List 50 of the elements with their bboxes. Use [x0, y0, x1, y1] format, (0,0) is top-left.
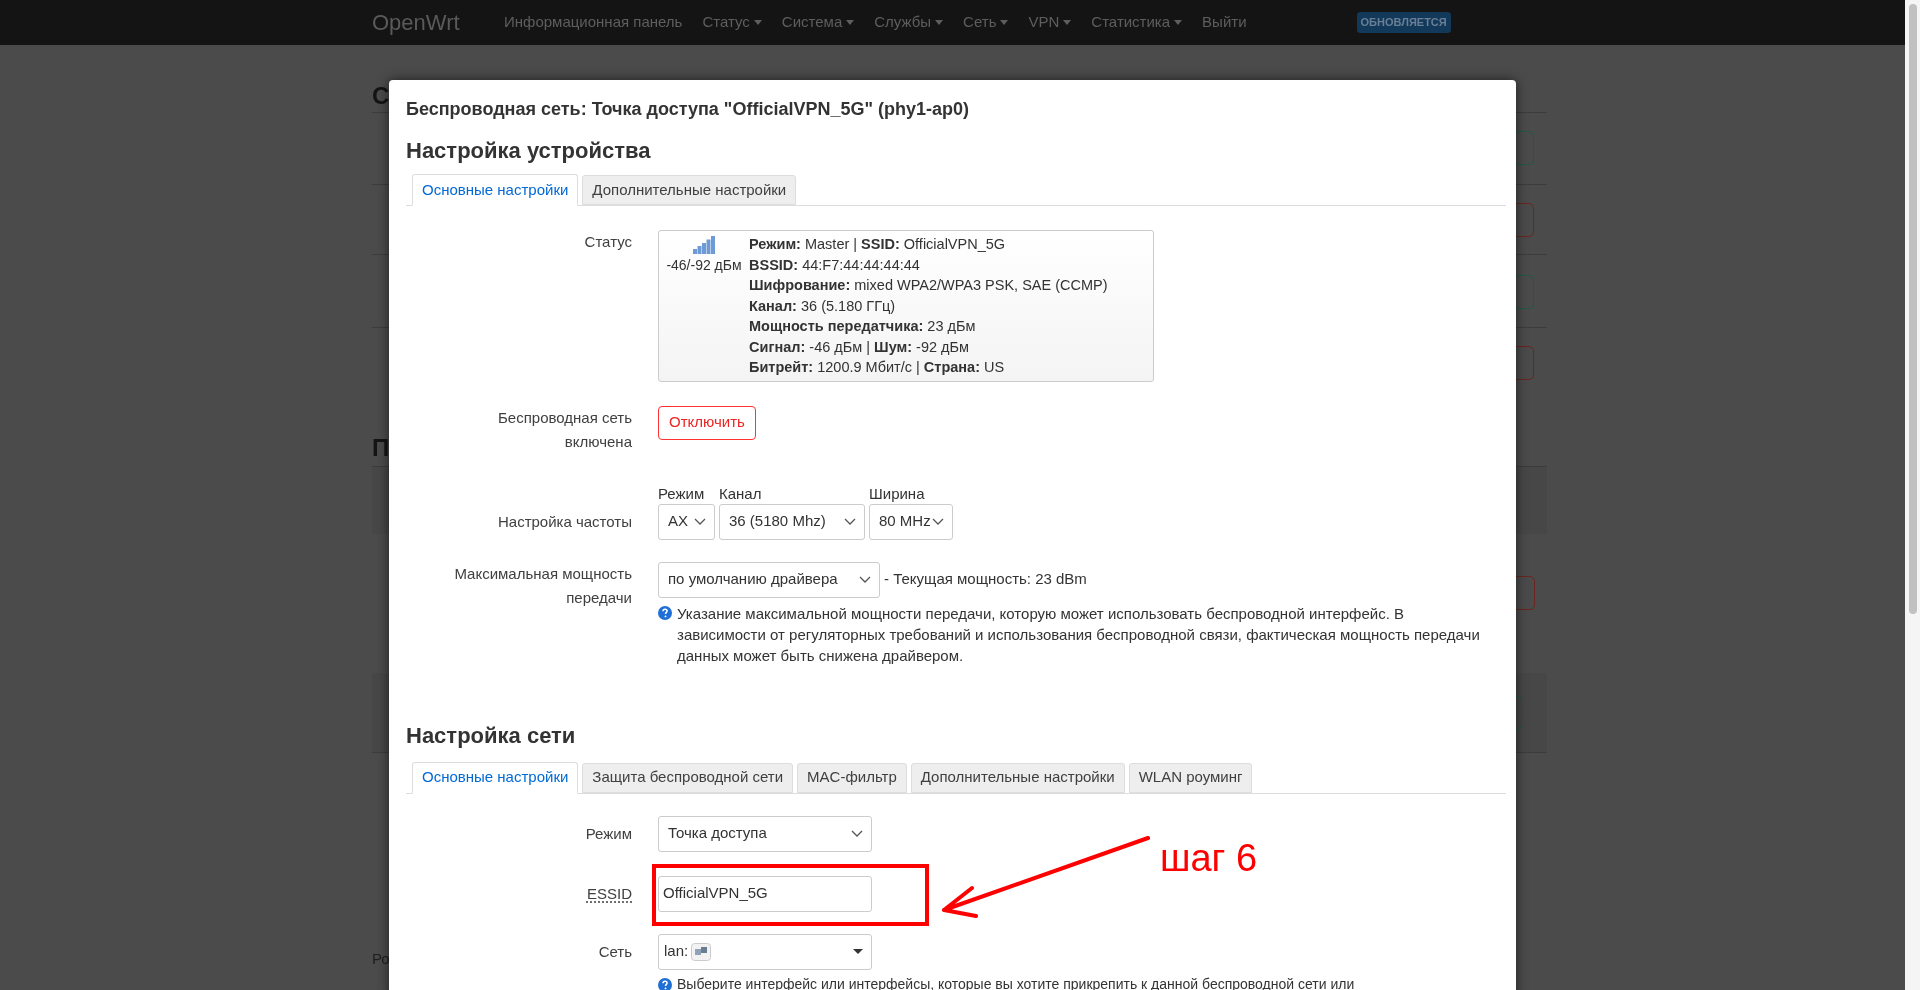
field-label: ESSID [587, 883, 632, 904]
chevron-down-icon [932, 518, 944, 525]
field-label: Беспроводная сеть включена [497, 407, 632, 452]
chevron-down-icon [844, 518, 856, 525]
tab[interactable]: Основные настройки [412, 174, 579, 206]
status-line: Сигнал: -46 дБм | Шум: -92 дБм [749, 337, 971, 357]
tab[interactable]: Защита беспроводной сети [582, 762, 794, 793]
status-line: Битрейт: 1200.9 Мбит/с | Страна: US [749, 358, 1006, 377]
status-line: BSSID: 44:F7:44:44:44:44 [749, 255, 921, 275]
field-caption: Канал [719, 483, 763, 504]
dropdown-select[interactable]: AX [658, 503, 715, 540]
tab[interactable]: Дополнительные настройки [582, 175, 797, 205]
section-heading: Настройка устройства [406, 137, 652, 165]
disable-button[interactable]: Отключить [658, 405, 756, 440]
status-badge: ОБНОВЛЯЕТСЯ [1356, 12, 1451, 33]
tab[interactable]: Основные настройки [412, 761, 579, 794]
tab[interactable]: MAC-фильтр [797, 762, 907, 793]
field-label: Максимальная мощность передачи [453, 563, 632, 608]
network-ports-icon [691, 942, 712, 961]
field-label: Сеть [597, 941, 632, 962]
dropdown-select[interactable]: 80 MHz [869, 503, 953, 540]
scrollbar-thumb[interactable] [1909, 4, 1917, 614]
caret-icon [853, 949, 863, 954]
dropdown-select[interactable]: Точка доступа [658, 815, 872, 852]
chevron-down-icon [851, 830, 863, 837]
chevron-down-icon [859, 576, 871, 583]
modal-title: Беспроводная сеть: Точка доступа "OfficialVPN_5G" (phy1-ap0) [406, 98, 970, 120]
dropdown-select[interactable]: 36 (5180 Mhz) [719, 503, 865, 540]
signal-reading: -46/-92 дБм [666, 256, 742, 275]
annotation-label: шаг 6 [1160, 836, 1258, 881]
field-caption: Режим [658, 483, 706, 504]
chevron-down-icon [694, 518, 706, 525]
tab[interactable]: WLAN роуминг [1128, 762, 1253, 793]
dropdown-select[interactable]: по умолчанию драйвера [658, 561, 880, 598]
status-line: Шифрование: mixed WPA2/WPA3 PSK, SAE (CCMP) [749, 276, 1108, 295]
help-icon [658, 605, 672, 620]
field-label: Статус [583, 232, 632, 252]
essid-input[interactable]: OfficialVPN_5G [658, 875, 872, 912]
status-line: Режим: Master | SSID: OfficialVPN_5G [749, 235, 1007, 254]
section-heading: Настройка сети [406, 721, 577, 750]
status-line: Канал: 36 (5.180 ГГц) [749, 296, 897, 316]
status-line: Мощность передатчика: 23 дБм [749, 317, 977, 336]
signal-strength-icon [693, 236, 715, 254]
tab[interactable]: Дополнительные настройки [910, 762, 1125, 793]
field-caption: Ширина [869, 483, 926, 504]
help-text: Указание максимальной мощности передачи, которую может использовать беспроводной интерфейс. В зависимости от регуляторных требований и использования беспроводной связи, фактическая мощность передачи данных может быть снижена драйвером. [677, 603, 1481, 666]
network-select[interactable]: lan: [658, 933, 872, 970]
current-power-text: - Текущая мощность: 23 dBm [884, 569, 1087, 590]
field-label: Режим [584, 823, 632, 844]
field-label: Настройка частоты [496, 511, 632, 532]
